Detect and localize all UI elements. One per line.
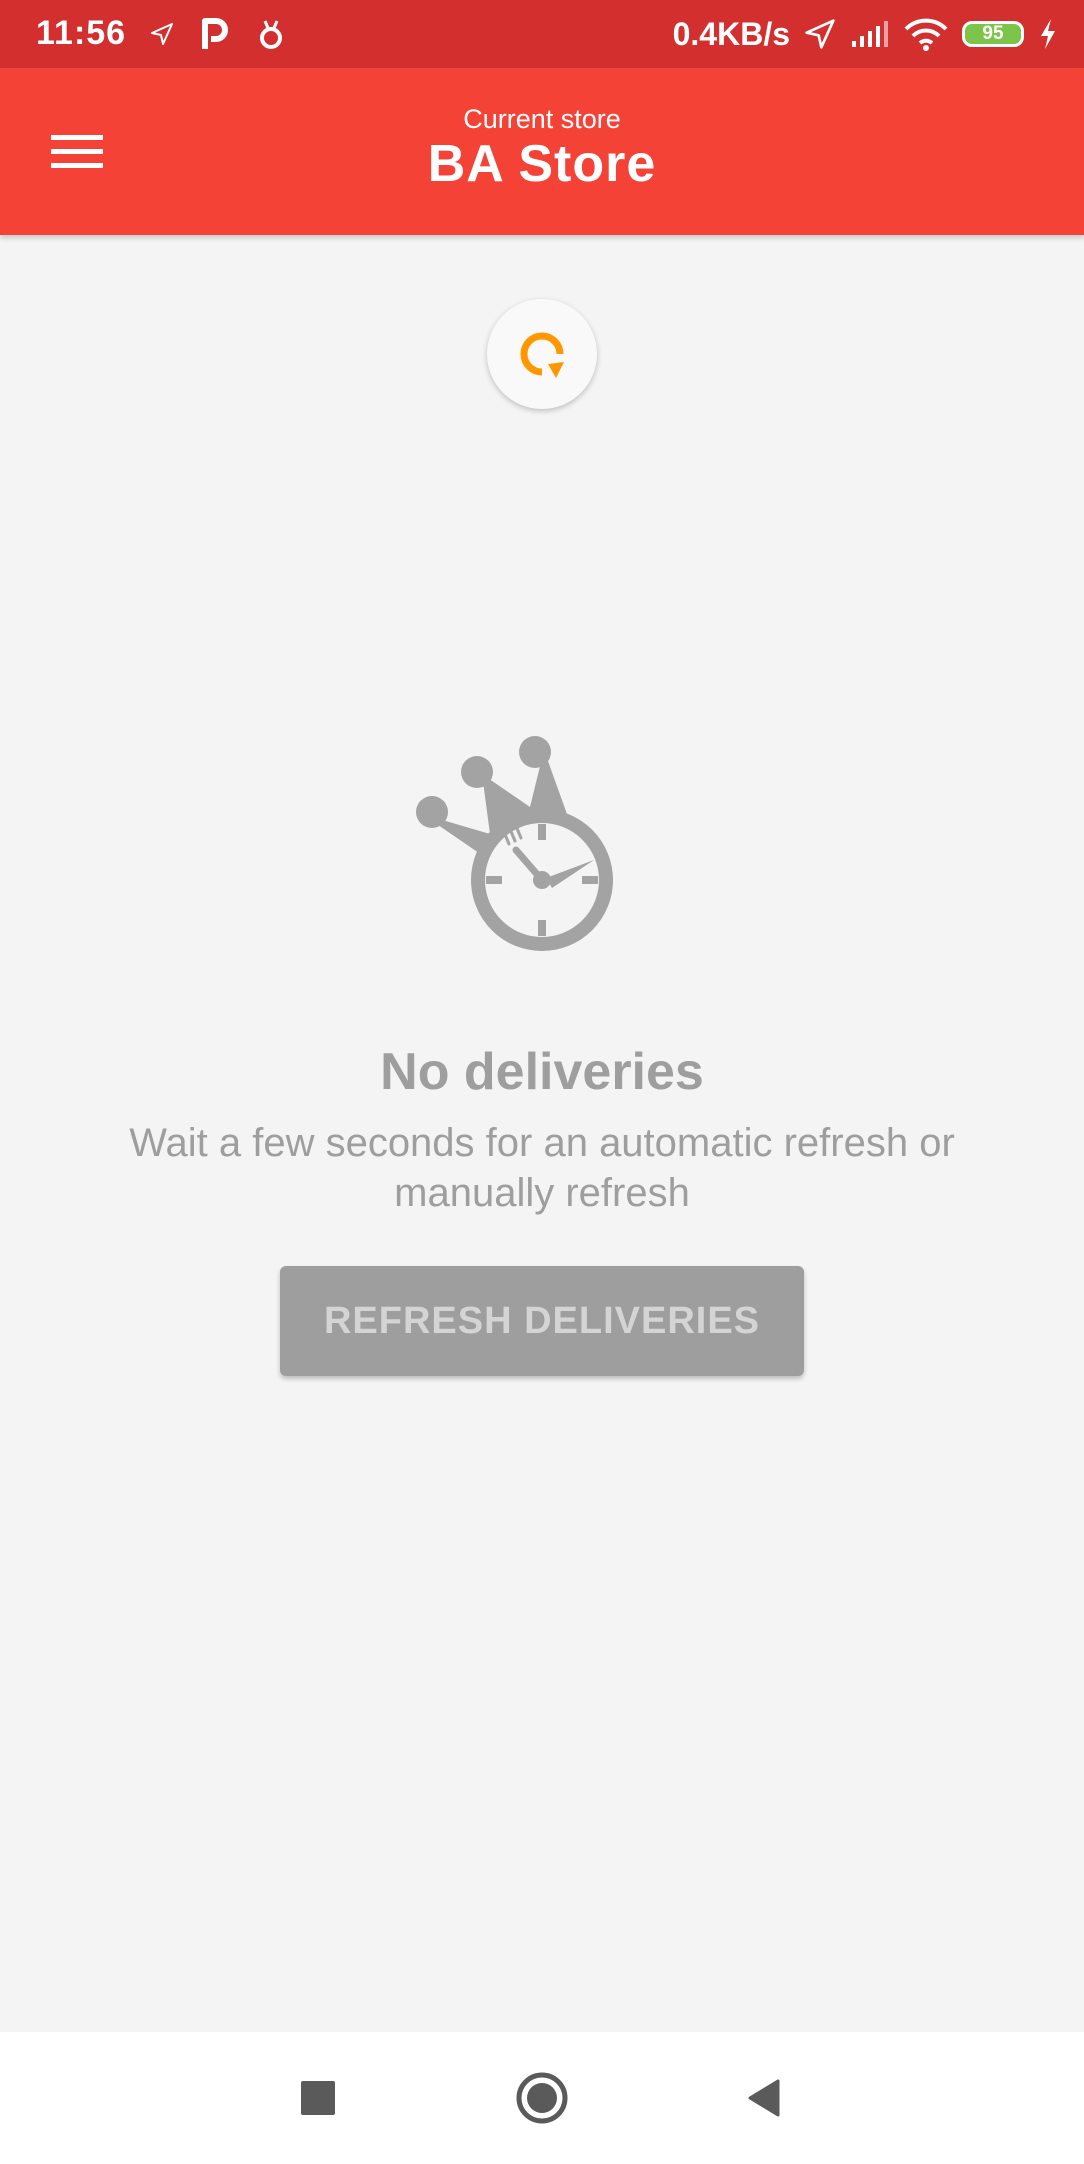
- network-speed: 0.4KB/s: [672, 15, 790, 52]
- empty-state-title: No deliveries: [380, 1043, 704, 1101]
- status-right-icons: 0.4KB/s 95: [673, 12, 1058, 56]
- refresh-icon: [520, 332, 564, 378]
- battery-level: 95: [982, 23, 1004, 44]
- status-bar: 11:56 0.4KB/s 95: [0, 0, 1084, 68]
- wifi-icon: [904, 18, 948, 51]
- status-left-icons: [150, 14, 286, 54]
- store-title: BA Store: [427, 135, 657, 193]
- home-circle-icon: [516, 2072, 568, 2124]
- refresh-indicator: [487, 299, 597, 409]
- signal-icon: [852, 21, 888, 47]
- navigation-bar: [0, 2032, 1084, 2164]
- crown-clock-icon: [416, 736, 613, 951]
- location-arrow-icon: [151, 23, 173, 45]
- back-triangle-icon: [748, 2079, 780, 2117]
- store-subtitle: Current store: [463, 104, 621, 134]
- battery-icon: 95: [962, 21, 1024, 47]
- location-arrow-icon: [805, 19, 835, 49]
- app-bar: Current store BA Store: [0, 68, 1084, 235]
- bug-icon: [260, 20, 282, 49]
- refresh-deliveries-button[interactable]: REFRESH DELIVERIES: [280, 1266, 804, 1376]
- parking-icon: [202, 18, 228, 49]
- recents-square-icon: [301, 2081, 335, 2115]
- recents-button[interactable]: [274, 2054, 362, 2142]
- back-button[interactable]: [720, 2054, 808, 2142]
- charging-icon: [1041, 19, 1055, 49]
- empty-state-message: Wait a few seconds for an automatic refr…: [129, 1121, 955, 1215]
- status-time: 11:56: [36, 14, 127, 52]
- home-button[interactable]: [498, 2054, 586, 2142]
